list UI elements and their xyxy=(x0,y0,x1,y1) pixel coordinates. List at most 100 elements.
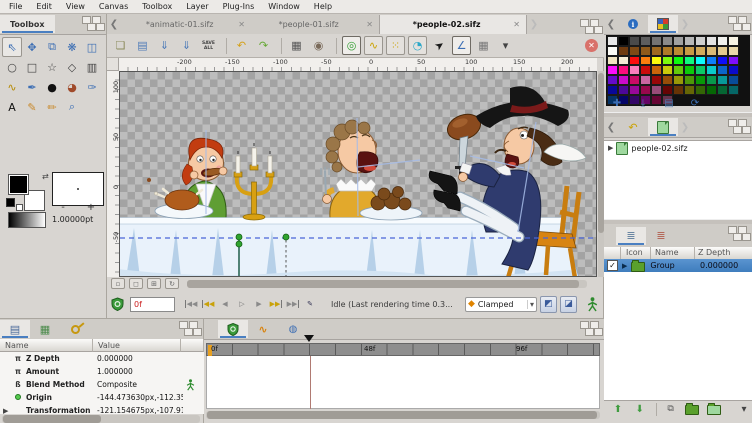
width-tool[interactable]: ✎ xyxy=(22,97,42,117)
palette-swatch[interactable] xyxy=(629,36,640,46)
play-button[interactable]: ▷ xyxy=(234,297,250,312)
animate-mode-button[interactable] xyxy=(587,297,598,312)
palette-swatch[interactable] xyxy=(706,65,717,75)
close-tab-icon[interactable]: ✕ xyxy=(366,20,373,29)
palette-swatch[interactable] xyxy=(618,46,629,56)
palette-swatch[interactable] xyxy=(717,85,728,95)
star-tool[interactable]: ☆ xyxy=(42,57,62,77)
layers-col-zdepth[interactable]: Z Depth xyxy=(698,248,730,257)
tab-depth[interactable]: ≣ xyxy=(646,227,676,245)
layers-list-empty[interactable] xyxy=(604,272,752,401)
draw-tool[interactable]: ✒ xyxy=(22,77,42,97)
palette-swatch[interactable] xyxy=(728,46,739,56)
seek-next-keyframe-button[interactable]: ▶▶ xyxy=(268,297,284,312)
palette-swatch[interactable] xyxy=(662,75,673,85)
palette-swatch[interactable] xyxy=(662,65,673,75)
seek-prev-frame-button[interactable]: ◀ xyxy=(217,297,233,312)
group-into-canvas-button[interactable] xyxy=(706,402,722,417)
palette-swatch[interactable] xyxy=(607,56,618,66)
seek-begin-button[interactable]: ◀◀ xyxy=(183,297,199,312)
palette-swatch[interactable] xyxy=(673,75,684,85)
time-cursor-marker[interactable] xyxy=(304,335,314,342)
menu-item-window[interactable]: Window xyxy=(261,1,307,12)
menu-item-canvas[interactable]: Canvas xyxy=(92,1,135,12)
palette-swatch[interactable] xyxy=(618,56,629,66)
palette-swatch[interactable] xyxy=(618,75,629,85)
timetrack-hscrollbar[interactable] xyxy=(206,411,600,419)
expander-icon[interactable]: ▶ xyxy=(622,262,627,270)
palette-swatch[interactable] xyxy=(651,85,662,95)
palette-swatch[interactable] xyxy=(695,36,706,46)
time-field[interactable]: 0f xyxy=(130,297,175,312)
canvas-hscrollbar[interactable] xyxy=(187,280,587,288)
sketch-tool[interactable]: ✏ xyxy=(42,97,62,117)
param-value[interactable]: 0.000000 xyxy=(97,354,183,363)
menu-item-toolbox[interactable]: Toolbox xyxy=(135,1,179,12)
layers-col-name[interactable]: Name xyxy=(655,248,679,257)
rotate-tool[interactable]: ❋ xyxy=(62,37,82,57)
param-row-amount[interactable]: πAmount1.000000 xyxy=(0,365,204,378)
palette-swatch[interactable] xyxy=(717,56,728,66)
palette-swatch[interactable] xyxy=(706,75,717,85)
render-button[interactable]: ▦ xyxy=(287,36,306,55)
render-options-button[interactable]: ✎ xyxy=(302,297,318,312)
param-value[interactable]: Composite xyxy=(97,380,183,389)
palette-swatch[interactable] xyxy=(640,56,651,66)
param-row-zdepth[interactable]: πZ Depth0.000000 xyxy=(0,352,204,365)
past-onion-icon[interactable] xyxy=(111,297,124,311)
palette-swatch[interactable] xyxy=(662,36,673,46)
fit-canvas-button[interactable]: ⊞ xyxy=(147,278,161,289)
palette-swatch[interactable] xyxy=(673,46,684,56)
document-tab-0[interactable]: *animatic-01.sifz✕ xyxy=(121,15,251,34)
palette-swatch[interactable] xyxy=(728,75,739,85)
palette-swatch[interactable] xyxy=(717,46,728,56)
canvas-viewport[interactable] xyxy=(119,71,597,277)
tab-history[interactable]: ↶ xyxy=(618,118,648,136)
palette-swatch[interactable] xyxy=(706,46,717,56)
seek-next-frame-button[interactable]: ▶ xyxy=(251,297,267,312)
new-group-button[interactable] xyxy=(684,402,700,417)
palette-swatch[interactable] xyxy=(695,46,706,56)
circle-tool[interactable]: ○ xyxy=(2,57,22,77)
tab-canvas-browser[interactable] xyxy=(648,118,678,136)
save-palette-button[interactable]: ⤓ xyxy=(634,96,652,111)
document-tab-1[interactable]: *people-01.sifz✕ xyxy=(251,15,379,34)
palette-swatch[interactable] xyxy=(684,75,695,85)
palette-swatch[interactable] xyxy=(640,65,651,75)
tab-library[interactable]: ▦ xyxy=(30,320,60,338)
palette-swatch[interactable] xyxy=(706,85,717,95)
new-document-button[interactable]: ❏ xyxy=(111,36,130,55)
close-tab-icon[interactable]: ✕ xyxy=(238,20,245,29)
palette-swatch[interactable] xyxy=(607,36,618,46)
undo-button[interactable]: ↶ xyxy=(232,36,251,55)
palette-swatch[interactable] xyxy=(618,36,629,46)
dock-buttons[interactable] xyxy=(576,19,602,34)
toggle-tangent-handles-button[interactable]: ⁙ xyxy=(386,36,405,55)
open-document-button[interactable]: ▤ xyxy=(133,36,152,55)
palette-swatch[interactable] xyxy=(640,46,651,56)
zoom-tool[interactable]: ⌕ xyxy=(62,97,82,117)
tabs-scroll-left-icon[interactable]: ❮ xyxy=(604,122,618,133)
palette-swatch[interactable] xyxy=(640,36,651,46)
redo-button[interactable]: ↷ xyxy=(254,36,273,55)
palette-swatch[interactable] xyxy=(673,36,684,46)
lower-layer-button[interactable]: ⬇ xyxy=(632,402,648,417)
expander-icon[interactable]: ▶ xyxy=(3,407,8,415)
palette-swatch[interactable] xyxy=(728,65,739,75)
palette-swatch[interactable] xyxy=(618,65,629,75)
palette-swatch[interactable] xyxy=(651,65,662,75)
tabs-scroll-left-icon[interactable]: ❮ xyxy=(604,19,618,30)
tab-params[interactable]: ▤ xyxy=(0,320,30,338)
palette-swatch[interactable] xyxy=(717,36,728,46)
mirror-tool[interactable]: ⧉ xyxy=(42,37,62,57)
palette-swatch[interactable] xyxy=(695,56,706,66)
palette-swatch[interactable] xyxy=(640,85,651,95)
pan-tool[interactable]: ◫ xyxy=(82,37,102,57)
tabs-scroll-right-icon[interactable]: ❯ xyxy=(678,19,692,30)
tree-item-file[interactable]: ▶ people-02.sifz xyxy=(604,141,752,155)
fill-tool[interactable]: ◕ xyxy=(62,77,82,97)
grid-options-button[interactable]: ▾ xyxy=(496,36,515,55)
smooth-move-tool[interactable]: ✥ xyxy=(22,37,42,57)
polygon-tool[interactable]: ◇ xyxy=(62,57,82,77)
spline-tool[interactable]: ∿ xyxy=(2,77,22,97)
